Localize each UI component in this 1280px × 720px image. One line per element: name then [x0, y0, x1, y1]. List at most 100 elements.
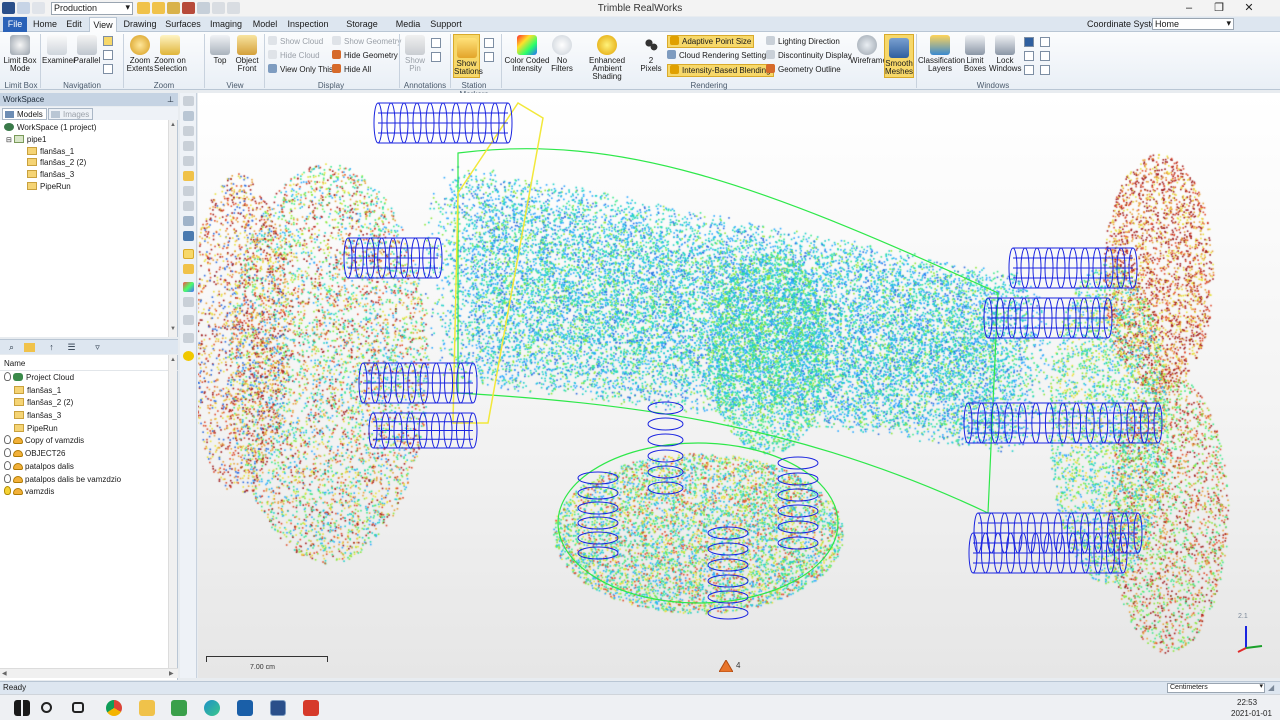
wireframe-cylinder[interactable]	[368, 412, 478, 449]
list-view-icon[interactable]: ☰	[66, 343, 77, 352]
tab-surfaces[interactable]: Surfaces	[163, 17, 203, 32]
gradient-icon[interactable]	[183, 282, 194, 292]
show-cloud-button[interactable]: Show Cloud	[268, 36, 323, 47]
visibility-bulb-icon[interactable]	[4, 461, 11, 470]
pin-icon[interactable]: ⊥	[167, 93, 174, 106]
lighting-direction-button[interactable]: Lighting Direction	[766, 36, 840, 47]
open-project-icon[interactable]	[137, 2, 150, 14]
wireframe-cylinder[interactable]	[343, 237, 443, 279]
list-item[interactable]: PipeRun	[14, 423, 58, 434]
window-layout-d[interactable]	[1040, 37, 1050, 47]
workspace-scrollbar[interactable]: ▲ ▼	[168, 120, 177, 337]
chrome-icon[interactable]	[106, 700, 122, 716]
column-header-name[interactable]: Name	[0, 357, 178, 371]
scan-icon[interactable]	[182, 2, 195, 14]
shading-icon[interactable]	[183, 216, 194, 226]
color-coded-intensity-button[interactable]: Color Coded Intensity	[504, 35, 550, 73]
filters-button[interactable]: No Filters	[548, 35, 576, 73]
list-item[interactable]: flanšas_1	[14, 385, 61, 396]
clock-date[interactable]: 2021-01-01	[1231, 709, 1272, 718]
classification-layers-button[interactable]: Classification Layers	[918, 35, 965, 73]
wireframe-cylinder[interactable]	[373, 102, 513, 144]
list-item[interactable]: Project Cloud	[4, 372, 74, 383]
list-item[interactable]: Copy of vamzdis	[4, 435, 84, 446]
light-icon[interactable]	[183, 351, 194, 361]
wireframe-cylinder[interactable]	[963, 402, 1163, 444]
scroll-up-icon[interactable]: ▲	[169, 122, 177, 128]
tab-images[interactable]: Images	[48, 108, 94, 120]
window-layout-f[interactable]	[1040, 65, 1050, 75]
window-layout-e[interactable]	[1040, 51, 1050, 61]
resize-grip-icon[interactable]: ◢	[1268, 683, 1274, 692]
tree-node-piperun[interactable]: PipeRun	[27, 181, 71, 192]
save-project-icon[interactable]	[152, 2, 165, 14]
nav-option-b[interactable]	[103, 50, 113, 60]
window-layout-a[interactable]	[1024, 37, 1034, 47]
show-pin-button[interactable]: Show Pin	[402, 35, 428, 73]
list-item[interactable]: vamzdis	[4, 486, 54, 497]
undo-icon[interactable]	[17, 2, 30, 14]
triangle-icon[interactable]	[183, 249, 194, 259]
examiner-button[interactable]: Examiner	[42, 35, 76, 65]
zoom-extents-button[interactable]: Zoom Extents	[125, 35, 155, 73]
scroll-right-icon[interactable]: ▶	[169, 670, 174, 677]
wireframe-cylinder[interactable]	[1008, 247, 1138, 289]
task-view-icon[interactable]	[72, 702, 84, 713]
tab-storage-tank[interactable]: Storage Tank	[337, 17, 387, 44]
limit-box-outline[interactable]	[452, 101, 544, 424]
edge-icon[interactable]	[204, 700, 220, 716]
camera-icon[interactable]	[183, 156, 194, 166]
window-layout-c[interactable]	[1024, 65, 1034, 75]
rotate-icon[interactable]	[183, 126, 194, 136]
tree-node-workspace[interactable]: WorkSpace (1 project)	[4, 122, 96, 133]
wire-icon[interactable]	[183, 297, 194, 307]
view-only-this-button[interactable]: View Only This	[268, 64, 333, 75]
box-icon[interactable]	[183, 201, 194, 211]
scroll-up-icon[interactable]: ▲	[169, 357, 177, 363]
clock-time[interactable]: 22:53	[1237, 698, 1257, 707]
intensity-blending-button[interactable]: Intensity-Based Blending	[667, 64, 774, 77]
object-tree-scrollbar[interactable]: ▲	[168, 355, 177, 668]
list-item[interactable]: OBJECT26	[4, 448, 65, 459]
wireframe-bolt[interactable]	[577, 471, 619, 560]
redo-icon[interactable]	[32, 2, 45, 14]
windows-start-icon[interactable]	[14, 700, 30, 716]
list-item[interactable]: flanšas_2 (2)	[14, 397, 73, 408]
monitor-icon[interactable]	[183, 231, 194, 241]
adaptive-point-size-button[interactable]: Adaptive Point Size	[667, 35, 755, 48]
tab-imaging[interactable]: Imaging	[208, 17, 244, 32]
wireframe-bolt[interactable]	[707, 526, 749, 620]
arrow-up-icon[interactable]: ↑	[46, 343, 57, 352]
tab-drawing[interactable]: Drawing	[122, 17, 158, 32]
visibility-bulb-icon[interactable]	[4, 474, 11, 483]
zoom-on-selection-button[interactable]: Zoom on Selection	[154, 35, 187, 73]
hide-geometry-button[interactable]: Hide Geometry	[332, 50, 398, 61]
file-explorer-icon[interactable]	[139, 700, 155, 716]
annotation-option-b[interactable]	[431, 52, 441, 62]
nav-option-a[interactable]	[103, 36, 113, 46]
camtasia-icon[interactable]	[171, 700, 187, 716]
cloud-rendering-settings-button[interactable]: Cloud Rendering Settings	[667, 50, 770, 61]
shading-button[interactable]: Enhanced Ambient Shading	[576, 35, 638, 81]
tab-models[interactable]: Models	[2, 108, 47, 120]
project-select[interactable]: Production	[51, 1, 133, 15]
list-item[interactable]: patalpos dalis be vamzdzio	[4, 474, 121, 485]
window-layout-b[interactable]	[1024, 51, 1034, 61]
wireframe-pipe[interactable]	[457, 148, 999, 514]
hide-all-button[interactable]: Hide All	[332, 64, 371, 75]
list-item[interactable]: patalpos dalis	[4, 461, 74, 472]
top-view-button[interactable]: Top	[207, 35, 233, 65]
limit-box-mode-button[interactable]: Limit Box Mode	[3, 35, 37, 73]
realworks-icon[interactable]	[270, 700, 286, 716]
select-icon[interactable]	[183, 111, 194, 121]
smooth-meshes-button[interactable]: Smooth Meshes	[884, 34, 914, 78]
list-item[interactable]: flanšas_3	[14, 410, 61, 421]
station-option-a[interactable]	[484, 38, 494, 48]
wireframe-cylinder[interactable]	[358, 362, 478, 404]
import-icon[interactable]	[167, 2, 180, 14]
tab-edit[interactable]: Edit	[63, 17, 85, 32]
show-stations-button[interactable]: Show Stations	[453, 34, 483, 78]
wireframe-bolt[interactable]	[777, 456, 819, 550]
close-button[interactable]: ✕	[1234, 0, 1264, 16]
collapse-icon[interactable]: ⊟	[6, 137, 12, 144]
